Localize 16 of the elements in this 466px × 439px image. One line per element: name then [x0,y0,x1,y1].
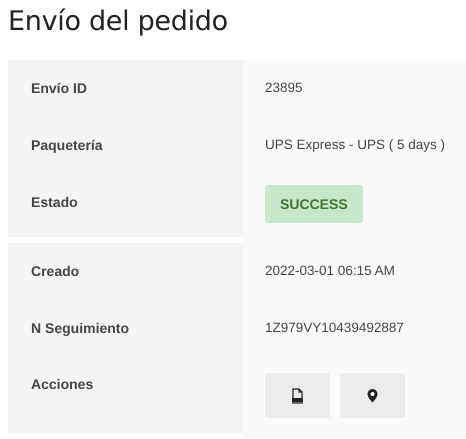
map-pin-icon [366,388,379,404]
row-value: 1Z979VY10439492887 [265,320,404,335]
row-value: UPS Express - UPS ( 5 days ) [265,137,446,152]
status-badge: SUCCESS [265,185,363,223]
row-value: 2022-03-01 06:15 AM [265,263,395,278]
row-label: Paquetería [31,137,103,153]
row-label: Creado [31,263,80,279]
page-title: Envío del pedido [8,8,229,39]
row-value: 23895 [265,80,303,95]
map-pin-button[interactable] [340,373,405,418]
row-label: Envío ID [31,80,88,96]
document-button[interactable] [265,373,330,418]
row-label: Acciones [31,376,94,392]
row-label: Estado [31,194,78,210]
document-icon [291,388,304,404]
row-label: N Seguimiento [31,320,130,336]
